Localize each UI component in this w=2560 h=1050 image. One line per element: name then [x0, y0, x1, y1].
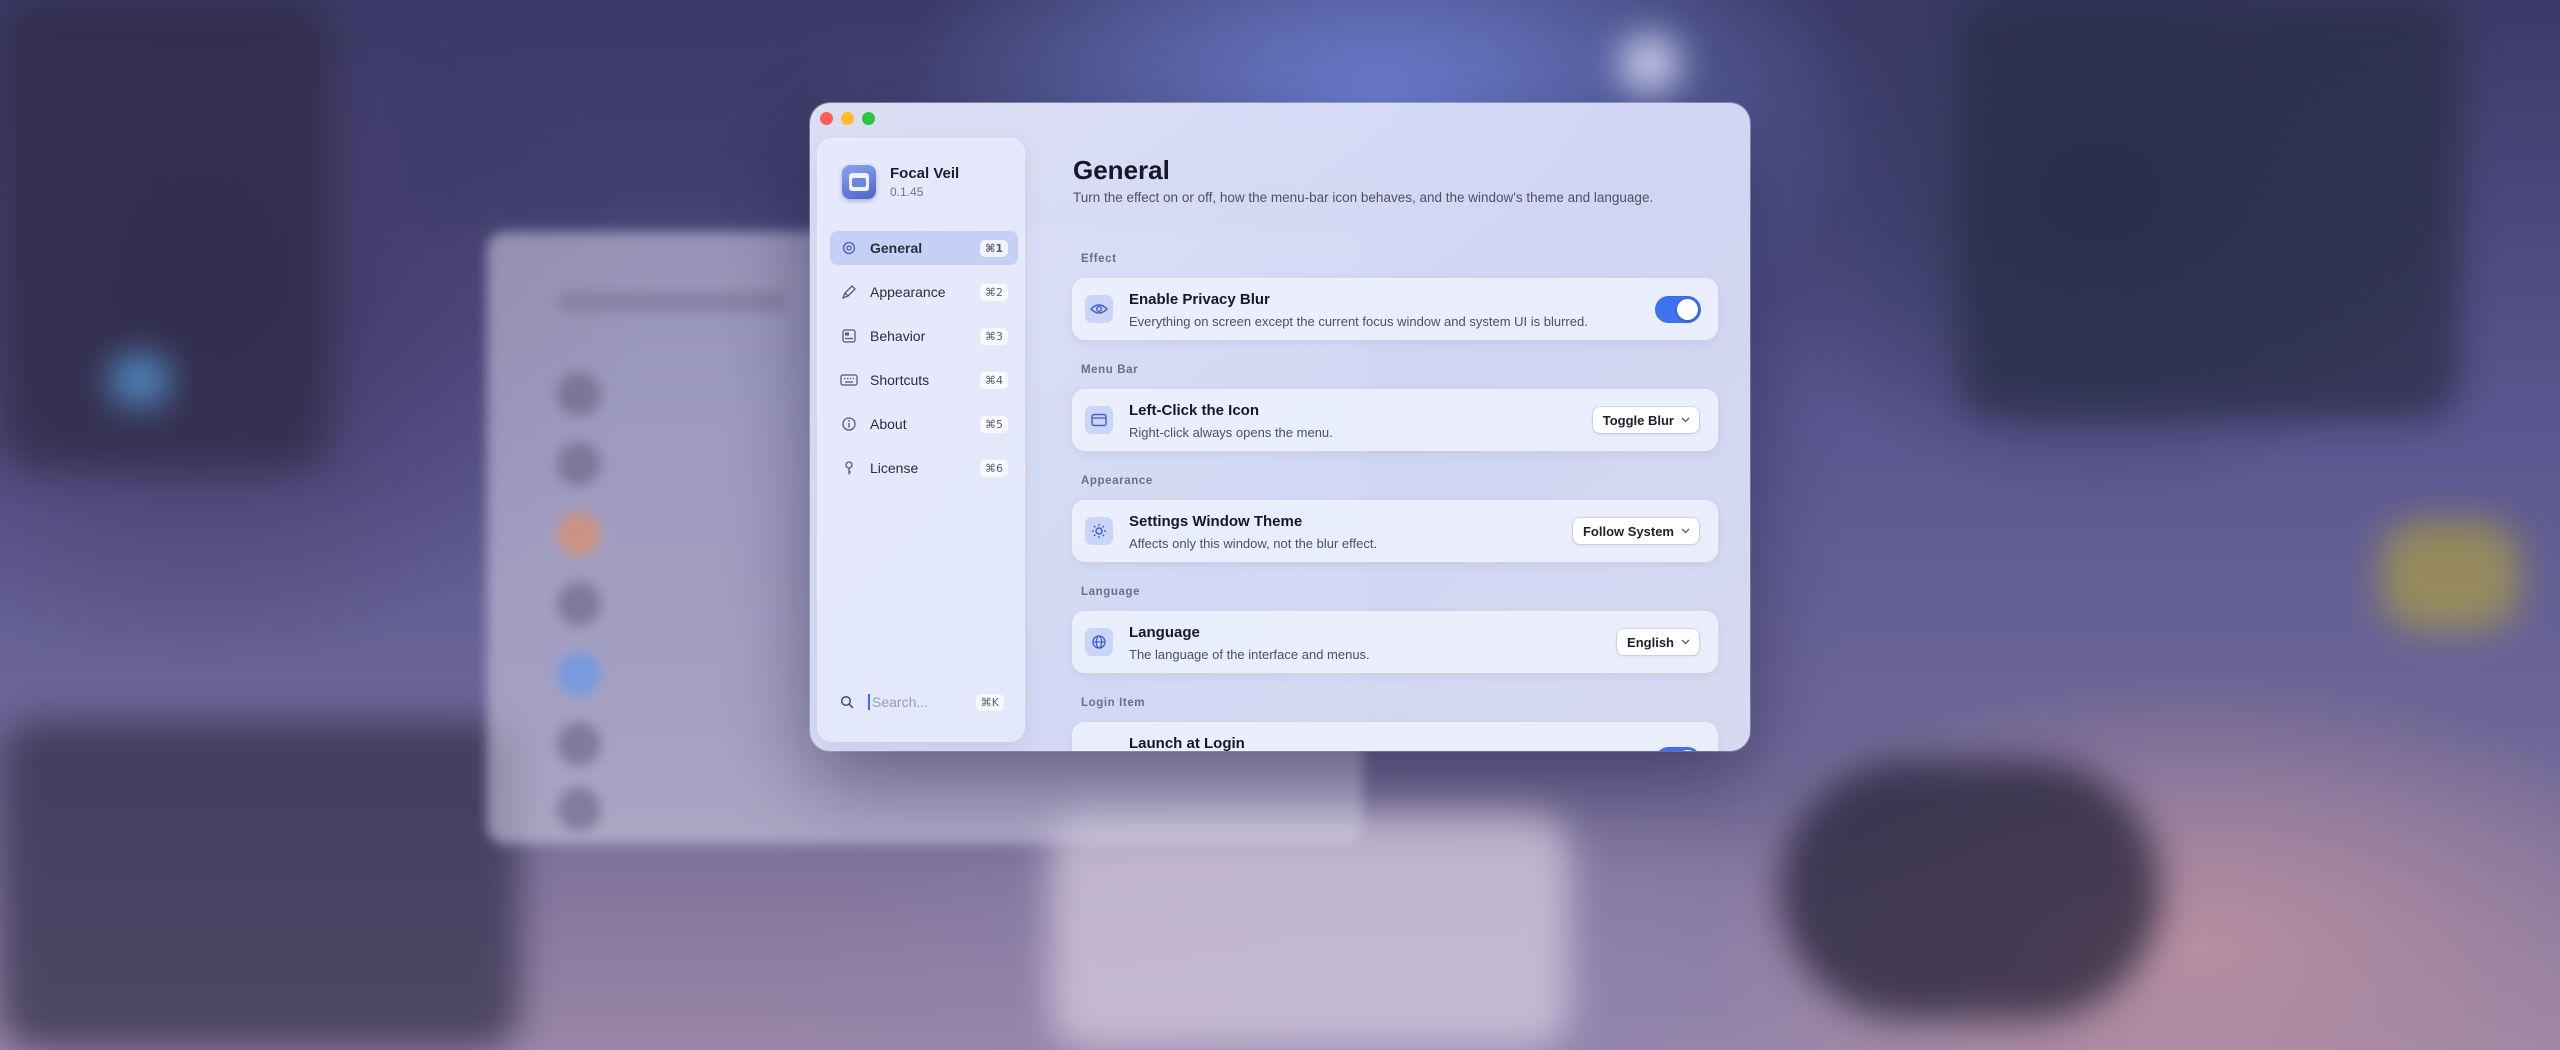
sidebar-item-shortcuts[interactable]: Shortcuts ⌘4	[830, 363, 1018, 397]
chevron-down-icon	[1681, 639, 1690, 645]
app-version: 0.1.45	[890, 185, 924, 199]
page-title: General	[1073, 155, 1170, 185]
settings-window: Focal Veil 0.1.45 General ⌘1 Appearance …	[810, 103, 1750, 751]
section-label-appearance: Appearance	[1081, 475, 1153, 487]
globe-icon	[1085, 628, 1113, 656]
language-select[interactable]: English	[1617, 629, 1699, 655]
app-logo-icon	[842, 165, 876, 199]
toggle-knob	[1677, 750, 1698, 751]
bg-screen	[400, 0, 820, 220]
card-enable-privacy-blur: Enable Privacy Blur Everything on screen…	[1073, 279, 1717, 339]
sidebar-item-label: License	[870, 460, 919, 476]
info-icon	[840, 415, 858, 433]
sidebar-item-about[interactable]: About ⌘5	[830, 407, 1018, 441]
bg-row	[557, 292, 787, 312]
bg-avatar	[557, 442, 601, 486]
bg-avatar	[557, 372, 601, 416]
setting-title: Enable Privacy Blur	[1129, 291, 1270, 308]
main-content: General Turn the effect on or off, how t…	[1073, 103, 1733, 751]
bg-avatar	[557, 787, 601, 831]
sidebar: Focal Veil 0.1.45 General ⌘1 Appearance …	[818, 139, 1024, 741]
bg-blue-object	[110, 355, 170, 405]
brush-icon	[840, 283, 858, 301]
sliders-icon	[840, 327, 858, 345]
sidebar-nav: General ⌘1 Appearance ⌘2 Behavior ⌘3 Sho…	[830, 231, 1018, 495]
sidebar-item-appearance[interactable]: Appearance ⌘2	[830, 275, 1018, 309]
window-icon	[1085, 406, 1113, 434]
setting-title: Language	[1129, 624, 1200, 641]
window-theme-select[interactable]: Follow System	[1572, 518, 1699, 544]
sidebar-item-general[interactable]: General ⌘1	[830, 231, 1018, 265]
setting-description: The language of the interface and menus.	[1129, 647, 1370, 662]
section-label-language: Language	[1081, 586, 1141, 598]
sidebar-item-label: Appearance	[870, 284, 946, 300]
sidebar-item-label: General	[870, 240, 923, 256]
shortcut-badge: ⌘1	[980, 239, 1008, 257]
shortcut-badge: ⌘2	[980, 283, 1008, 301]
select-value: English	[1627, 634, 1674, 650]
launch-at-login-toggle[interactable]	[1655, 747, 1701, 751]
sidebar-item-license[interactable]: License ⌘6	[830, 451, 1018, 485]
keyboard-icon	[840, 371, 858, 389]
bg-light	[1620, 35, 1680, 95]
page-subtitle: Turn the effect on or off, how the menu-…	[1073, 190, 1654, 205]
bg-desk-items	[0, 720, 520, 1050]
shortcut-badge: ⌘4	[980, 371, 1008, 389]
sidebar-item-behavior[interactable]: Behavior ⌘3	[830, 319, 1018, 353]
sidebar-item-label: Behavior	[870, 328, 926, 344]
search-input[interactable]	[868, 694, 976, 710]
bg-avatar	[557, 652, 601, 696]
key-icon	[840, 459, 858, 477]
zoom-window-button[interactable]	[862, 112, 875, 125]
bg-plant	[2380, 520, 2520, 630]
minimize-window-button[interactable]	[841, 112, 854, 125]
select-value: Toggle Blur	[1602, 412, 1674, 428]
shortcut-badge: ⌘3	[980, 327, 1008, 345]
setting-title: Left-Click the Icon	[1129, 402, 1260, 419]
sun-icon	[1085, 517, 1113, 545]
setting-description: Everything on screen except the current …	[1129, 314, 1588, 329]
bg-notebook	[1050, 810, 1570, 1050]
section-label-login-item: Login Item	[1081, 697, 1146, 709]
setting-description: Right-click always opens the menu.	[1129, 425, 1333, 440]
card-launch-at-login: Launch at Login	[1073, 723, 1717, 751]
bg-avatar	[557, 722, 601, 766]
sidebar-search: ⌘K	[840, 690, 1004, 714]
bg-headphones	[1780, 760, 2160, 1020]
shortcut-badge: ⌘5	[980, 415, 1008, 433]
select-value: Follow System	[1582, 523, 1674, 539]
bg-avatar	[557, 582, 601, 626]
card-window-theme: Settings Window Theme Affects only this …	[1073, 501, 1717, 561]
setting-title: Settings Window Theme	[1129, 513, 1303, 530]
card-language: Language The language of the interface a…	[1073, 612, 1717, 672]
sidebar-item-label: About	[870, 416, 907, 432]
chevron-down-icon	[1681, 417, 1690, 423]
window-controls	[820, 112, 875, 125]
left-click-action-select[interactable]: Toggle Blur	[1592, 407, 1699, 433]
setting-title: Launch at Login	[1129, 735, 1245, 751]
privacy-blur-toggle[interactable]	[1655, 296, 1701, 323]
section-label-effect: Effect	[1081, 253, 1117, 265]
search-icon	[840, 695, 854, 709]
setting-description: Affects only this window, not the blur e…	[1129, 536, 1378, 551]
gear-icon	[840, 239, 858, 257]
sidebar-item-label: Shortcuts	[870, 372, 930, 388]
chevron-down-icon	[1681, 528, 1690, 534]
bg-avatar	[557, 512, 601, 556]
bg-monitor	[1960, 0, 2460, 420]
search-shortcut-badge: ⌘K	[975, 693, 1004, 711]
eye-icon	[1085, 295, 1113, 323]
card-left-click-icon: Left-Click the Icon Right-click always o…	[1073, 390, 1717, 450]
shortcut-badge: ⌘6	[980, 459, 1008, 477]
toggle-knob	[1677, 299, 1698, 320]
app-name: Focal Veil	[890, 165, 960, 182]
section-label-menu-bar: Menu Bar	[1081, 364, 1139, 376]
bg-bookshelf	[0, 0, 330, 470]
app-header: Focal Veil 0.1.45	[842, 165, 959, 199]
close-window-button[interactable]	[820, 112, 833, 125]
